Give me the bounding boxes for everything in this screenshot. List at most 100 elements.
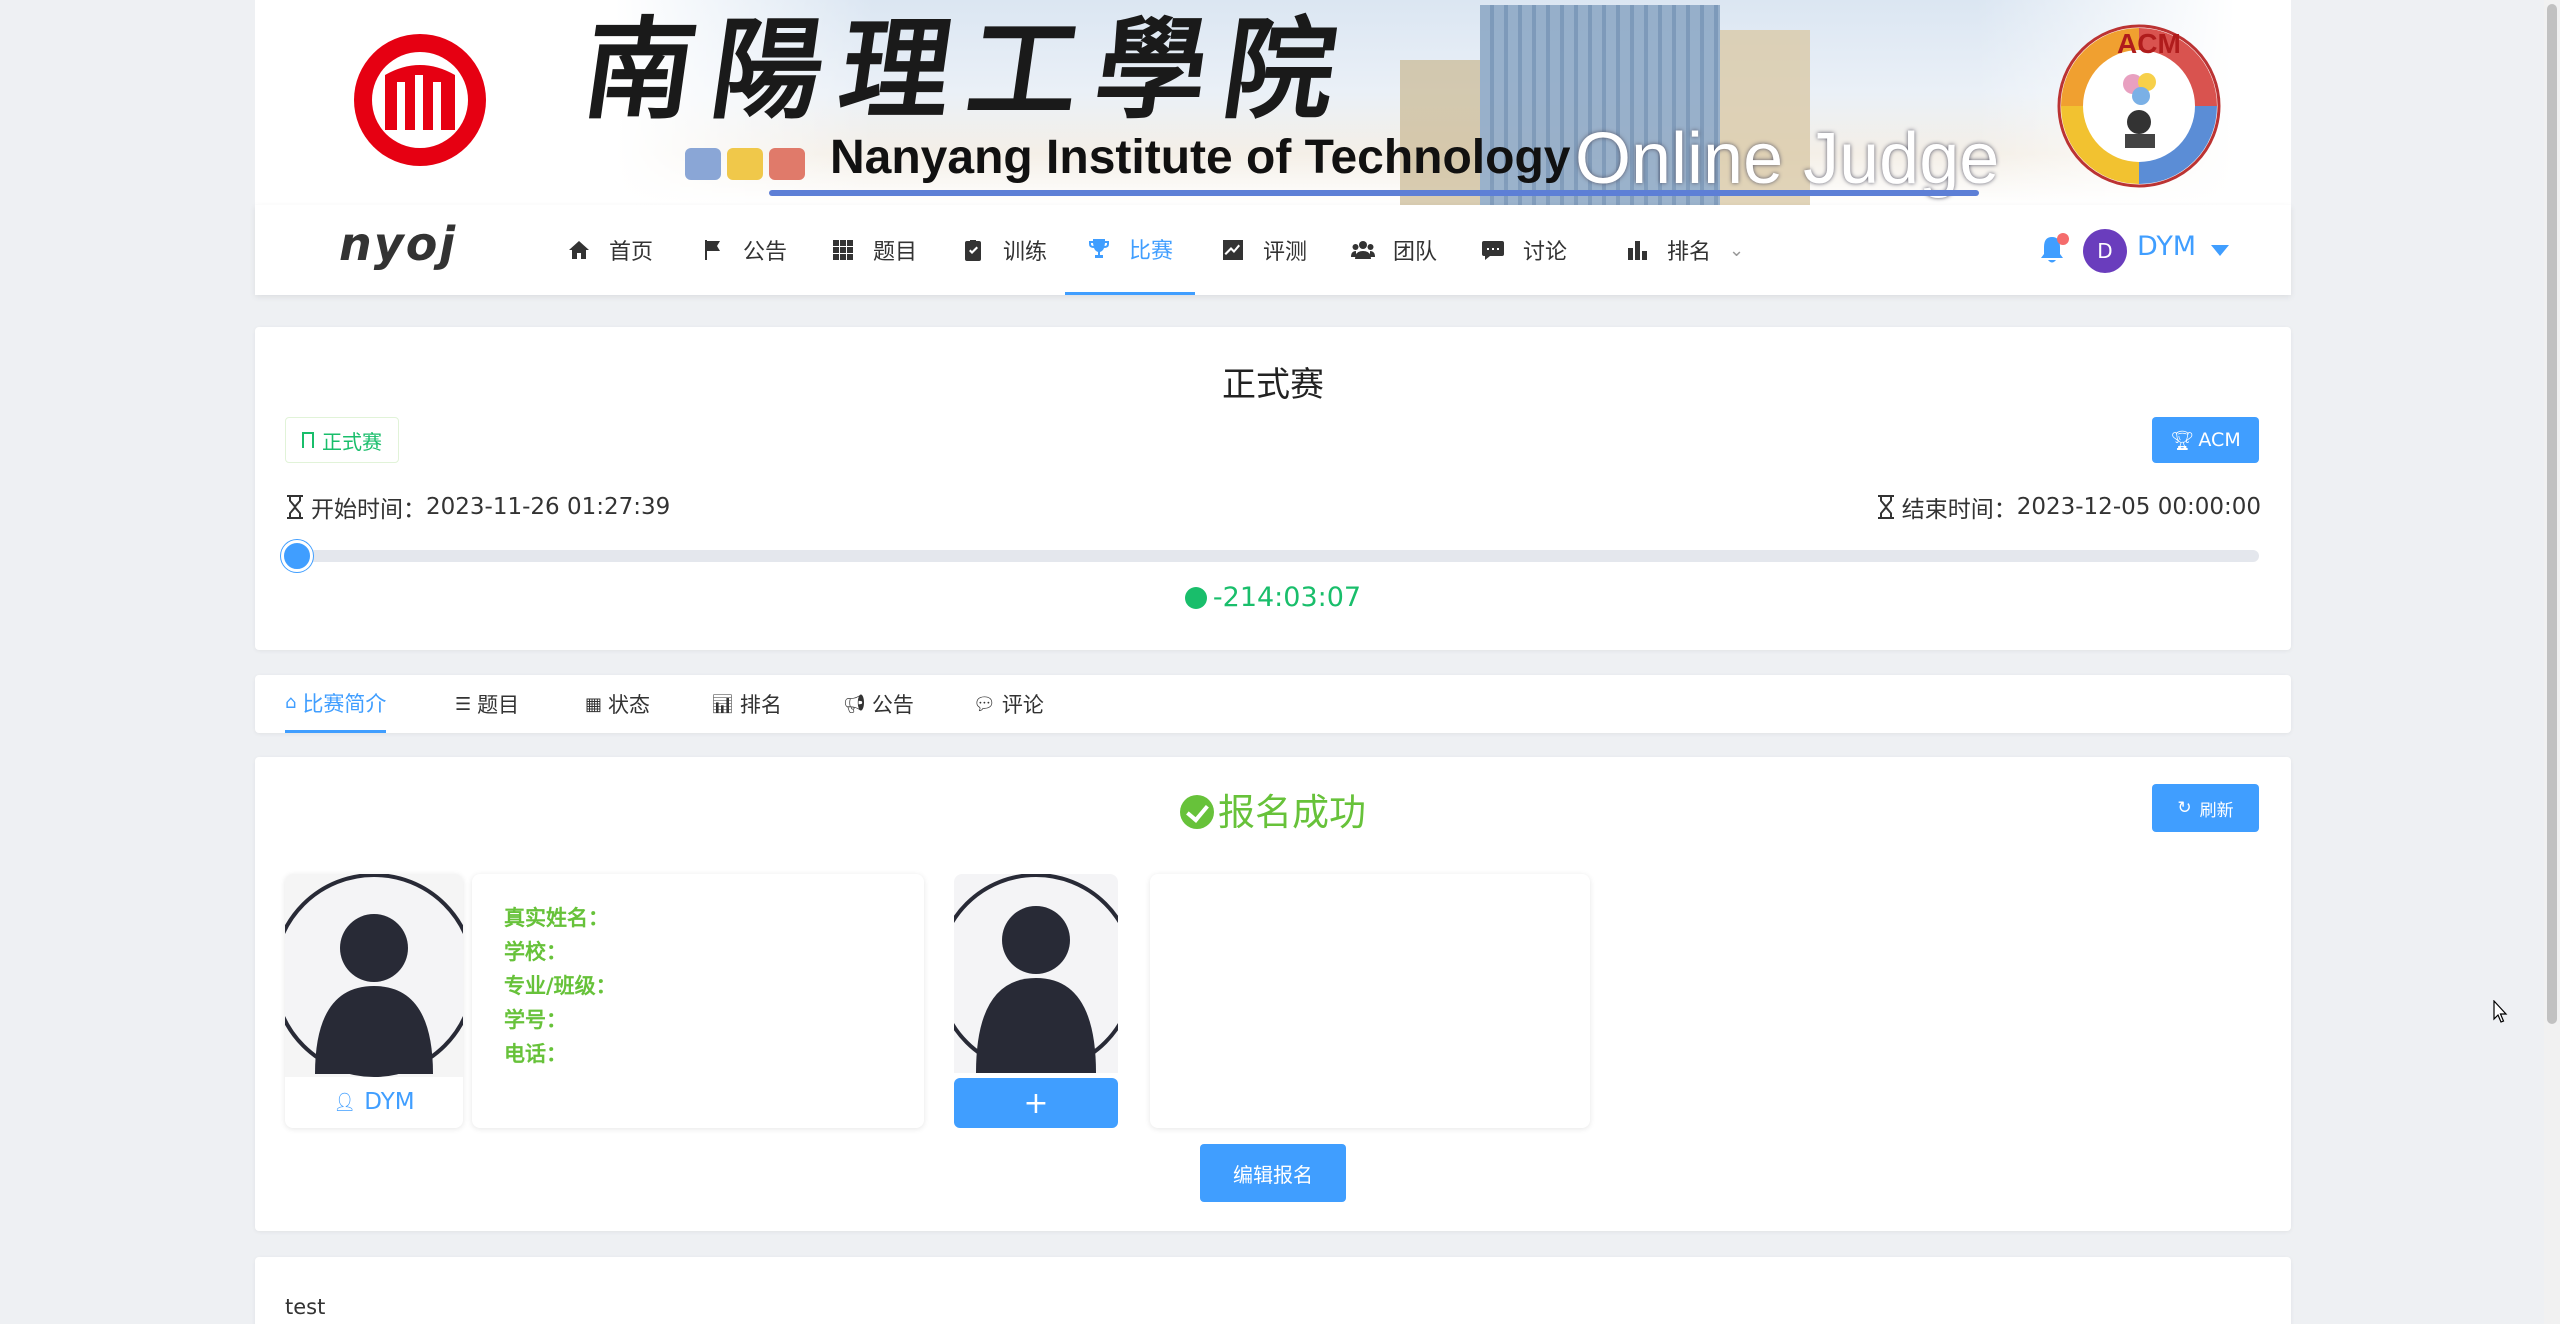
member-name: 👤︎ DYM	[285, 1077, 463, 1127]
home-icon	[569, 241, 589, 259]
nav-announcement[interactable]: 公告	[701, 205, 787, 295]
tab-announcement[interactable]: 📢︎ 公告	[843, 675, 914, 733]
status-dot-icon	[1184, 587, 1207, 609]
banner-english-title: Nanyang Institute of Technology	[830, 131, 1571, 184]
bar-chart-icon	[1628, 241, 1647, 260]
nav-label: 团队	[1393, 240, 1438, 265]
tab-label: 题目	[477, 693, 520, 717]
empty-avatar	[954, 874, 1118, 1073]
nav-label: 训练	[1003, 240, 1048, 265]
acm-logo-label: ACM	[2117, 28, 2181, 59]
countdown-value: -214:03:07	[1212, 582, 1362, 613]
registration-status: 报名成功	[255, 782, 2291, 836]
banner: 南陽理工學院 Nanyang Institute of Technology O…	[255, 0, 2291, 205]
nav-discussion[interactable]: 讨论	[1481, 205, 1567, 295]
add-member-slot: +	[954, 874, 1118, 1128]
home-icon: ⌂	[285, 692, 297, 713]
tab-label: 状态	[608, 693, 651, 717]
field-student-id: 学号：	[504, 1008, 567, 1032]
nav-problems[interactable]: 题目	[831, 205, 917, 295]
tab-label: 比赛简介	[302, 691, 387, 716]
field-school: 学校：	[504, 940, 567, 964]
field-major-class: 专业/班级：	[504, 974, 617, 998]
nav-label: 首页	[609, 240, 654, 265]
member-info-card: 真实姓名： 学校： 专业/班级： 学号： 电话：	[472, 874, 924, 1128]
bullhorn-icon: 📢︎	[843, 693, 866, 715]
banner-underline	[769, 190, 1979, 196]
check-circle-icon	[1180, 795, 1214, 829]
nav-home[interactable]: 首页	[567, 205, 653, 295]
contest-tabs: ⌂ 比赛简介 ☰ 题目 ▦ 状态 📊︎ 排名 📢︎ 公告 💬︎ 评论	[255, 675, 2291, 733]
clipboard-check-icon	[965, 240, 981, 261]
refresh-icon: ↻	[2177, 798, 2192, 818]
tab-ranking[interactable]: 📊︎ 排名	[711, 675, 782, 733]
user-name[interactable]: DYM	[2137, 231, 2196, 262]
contest-description: test	[255, 1257, 2291, 1324]
top-navbar: nyoj 首页 公告 题目 训练 比赛 评测 团队 讨论 排名 ⌄ D DYM	[255, 205, 2291, 295]
list-icon: ☰	[455, 693, 472, 715]
nav-ranking[interactable]: 排名 ⌄	[1625, 205, 1744, 295]
registration-status-label: 报名成功	[1218, 791, 1366, 834]
start-time-value: 2023-11-26 01:27:39	[426, 494, 671, 520]
add-member-button[interactable]: +	[954, 1078, 1118, 1128]
brand-logo[interactable]: nyoj	[339, 217, 457, 271]
tab-comments[interactable]: 💬︎ 评论	[973, 675, 1044, 733]
tab-label: 公告	[871, 693, 914, 717]
comment-icon: 💬︎	[973, 693, 996, 715]
nav-label: 比赛	[1128, 238, 1173, 264]
start-time-label: 开始时间：	[311, 497, 426, 523]
bar-chart-icon: 📊︎	[711, 693, 734, 715]
trophy-icon	[1088, 238, 1109, 258]
banner-oj-title: Online Judge	[1575, 119, 2000, 199]
contest-progress-slider[interactable]	[281, 540, 2259, 572]
nav-label: 公告	[743, 240, 788, 265]
nav-team[interactable]: 团队	[1351, 205, 1437, 295]
edit-registration-button[interactable]: 编辑报名	[1200, 1144, 1346, 1202]
contest-type-tag: 正式赛	[285, 417, 399, 463]
refresh-button[interactable]: ↻ 刷新	[2152, 784, 2259, 832]
slider-handle[interactable]	[281, 540, 313, 572]
hourglass-start-icon	[287, 495, 303, 519]
start-time: 开始时间： 2023-11-26 01:27:39	[285, 490, 670, 524]
school-logo	[354, 34, 486, 166]
notification-bell-icon[interactable]	[2035, 233, 2069, 267]
user-avatar[interactable]: D	[2083, 229, 2127, 273]
contest-title: 正式赛	[1222, 365, 1324, 405]
member-avatar	[285, 874, 463, 1077]
member-info-card-empty	[1150, 874, 1590, 1128]
nav-label: 排名	[1667, 240, 1712, 265]
grid-icon	[833, 240, 853, 260]
acm-rule-button[interactable]: 🏆︎ ACM	[2152, 417, 2259, 463]
bookmark-icon	[302, 432, 314, 448]
banner-calligraphy: 南陽理工學院	[576, 5, 1363, 134]
comment-icon	[1482, 241, 1504, 260]
nav-training[interactable]: 训练	[961, 205, 1047, 295]
nav-contest[interactable]: 比赛	[1065, 205, 1195, 295]
banner-decoration	[685, 148, 811, 184]
end-time-value: 2023-12-05 00:00:00	[2016, 494, 2261, 520]
end-time: 结束时间： 2023-12-05 00:00:00	[1876, 490, 2261, 524]
vertical-scrollbar[interactable]	[2544, 0, 2560, 1324]
end-time-label: 结束时间：	[1901, 497, 2017, 523]
registration-card: 报名成功 ↻ 刷新 👤︎ DYM 真实姓名： 学校： 专业/班级： 学号： 电话…	[255, 757, 2291, 1231]
chart-line-icon	[1223, 240, 1243, 260]
user-icon: 👤︎	[333, 1091, 357, 1113]
flag-icon	[705, 240, 720, 260]
nav-label: 讨论	[1523, 240, 1568, 265]
acm-label: ACM	[2198, 429, 2241, 451]
member-name-label: DYM	[364, 1089, 415, 1115]
tab-status[interactable]: ▦ 状态	[585, 675, 650, 733]
tab-label: 评论	[1001, 693, 1044, 717]
tab-overview[interactable]: ⌂ 比赛简介	[285, 675, 387, 733]
scrollbar-thumb[interactable]	[2547, 4, 2557, 1024]
member-card: 👤︎ DYM	[285, 874, 463, 1128]
users-icon	[1351, 241, 1375, 259]
grid-icon: ▦	[585, 693, 603, 715]
caret-down-icon[interactable]	[2211, 245, 2229, 256]
mouse-cursor-icon	[2493, 1000, 2508, 1023]
tab-label: 排名	[739, 693, 782, 717]
user-placeholder-icon	[285, 874, 463, 1077]
tab-problems[interactable]: ☰ 题目	[455, 675, 519, 733]
nav-judge-status[interactable]: 评测	[1221, 205, 1307, 295]
hourglass-end-icon	[1877, 495, 1894, 519]
